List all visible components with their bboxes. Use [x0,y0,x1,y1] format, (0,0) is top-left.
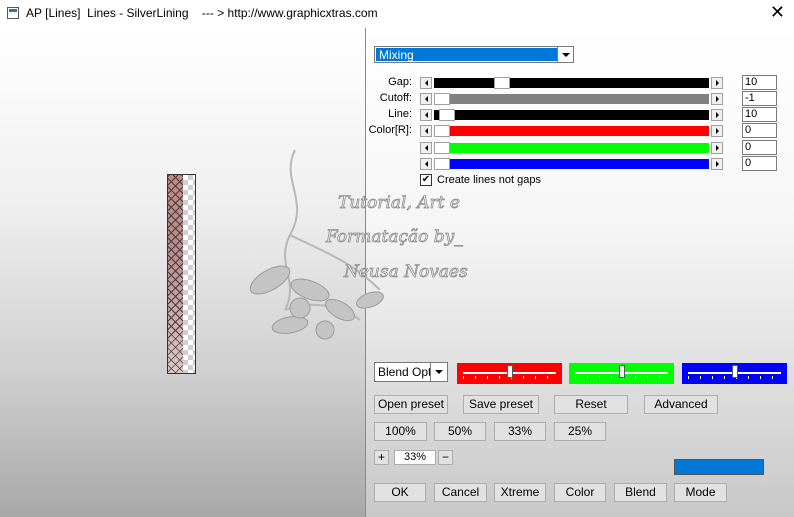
chevron-right-icon[interactable] [711,142,723,154]
blue-channel-slider[interactable] [682,363,787,384]
slider-track[interactable] [434,159,709,169]
close-icon[interactable]: ✕ [770,2,785,22]
slider-track[interactable] [434,110,709,120]
parameter-slider[interactable] [420,142,723,154]
parameter-slider[interactable] [420,77,723,89]
slider-value-field[interactable]: 10 [742,107,777,122]
preview-pattern-right [183,175,195,373]
mode-select[interactable]: Mixing [374,46,574,63]
slider-label: Gap: [388,76,412,88]
preview-pane [0,28,365,517]
slider-label: Line: [388,108,412,120]
parameter-slider[interactable] [420,158,723,170]
preview-image [167,174,196,374]
chevron-down-icon[interactable] [557,47,573,62]
ok-button[interactable]: OK [374,483,426,502]
zoom-out-button[interactable]: − [438,450,453,465]
chevron-down-icon[interactable] [430,363,447,381]
chevron-left-icon[interactable] [420,125,432,137]
chevron-left-icon[interactable] [420,93,432,105]
slider-thumb[interactable] [494,77,510,89]
create-lines-label: Create lines not gaps [437,174,541,186]
chevron-right-icon[interactable] [711,109,723,121]
slider-thumb[interactable] [434,125,450,137]
slider-value-field[interactable]: 0 [742,140,777,155]
zoom-100-button[interactable]: 100% [374,422,427,441]
parameter-slider[interactable] [420,109,723,121]
zoom-50-button[interactable]: 50% [434,422,486,441]
blend-options-value: Blend Opti [378,365,430,379]
slider-thumb[interactable] [434,142,450,154]
color-button[interactable]: Color [554,483,606,502]
preview-pattern-left [168,175,183,373]
slider-value-field[interactable]: 10 [742,75,777,90]
save-preset-button[interactable]: Save preset [463,395,539,414]
zoom-25-button[interactable]: 25% [554,422,606,441]
slider-track[interactable] [434,78,709,88]
slider-label: Cutoff: [379,92,412,104]
color-swatch[interactable] [674,459,764,475]
slider-thumb[interactable] [439,109,455,121]
chevron-right-icon[interactable] [711,158,723,170]
chevron-left-icon[interactable] [420,77,432,89]
title-bar: AP [Lines] Lines - SilverLining --- > ht… [0,0,794,28]
slider-label: Color[R]: [368,124,412,136]
chevron-right-icon[interactable] [711,125,723,137]
chevron-left-icon[interactable] [420,142,432,154]
chevron-right-icon[interactable] [711,93,723,105]
chevron-left-icon[interactable] [420,109,432,121]
zoom-in-button[interactable]: + [374,450,389,465]
create-lines-checkbox[interactable]: ✔ [420,174,432,186]
window-title: AP [Lines] Lines - SilverLining --- > ht… [26,6,378,20]
slider-value-field[interactable]: -1 [742,91,777,106]
slider-value-field[interactable]: 0 [742,123,777,138]
xtreme-button[interactable]: Xtreme [494,483,546,502]
slider-thumb[interactable] [507,365,513,378]
slider-thumb[interactable] [434,93,450,105]
open-preset-button[interactable]: Open preset [374,395,448,414]
slider-thumb[interactable] [434,158,450,170]
advanced-button[interactable]: Advanced [644,395,718,414]
mode-select-value: Mixing [376,48,557,61]
chevron-left-icon[interactable] [420,158,432,170]
blend-options-select[interactable]: Blend Opti [374,362,448,382]
reset-button[interactable]: Reset [554,395,628,414]
zoom-level-field[interactable]: 33% [394,450,436,465]
parameter-slider[interactable] [420,125,723,137]
slider-thumb[interactable] [732,365,738,378]
mode-button[interactable]: Mode [674,483,727,502]
cancel-button[interactable]: Cancel [434,483,487,502]
slider-thumb[interactable] [619,365,625,378]
red-channel-slider[interactable] [457,363,562,384]
zoom-33-button[interactable]: 33% [494,422,546,441]
parameter-slider[interactable] [420,93,723,105]
slider-track[interactable] [434,94,709,104]
green-channel-slider[interactable] [569,363,674,384]
chevron-right-icon[interactable] [711,77,723,89]
slider-track[interactable] [434,126,709,136]
blend-button[interactable]: Blend [614,483,667,502]
slider-track[interactable] [434,143,709,153]
app-icon [7,7,19,19]
slider-value-field[interactable]: 0 [742,156,777,171]
